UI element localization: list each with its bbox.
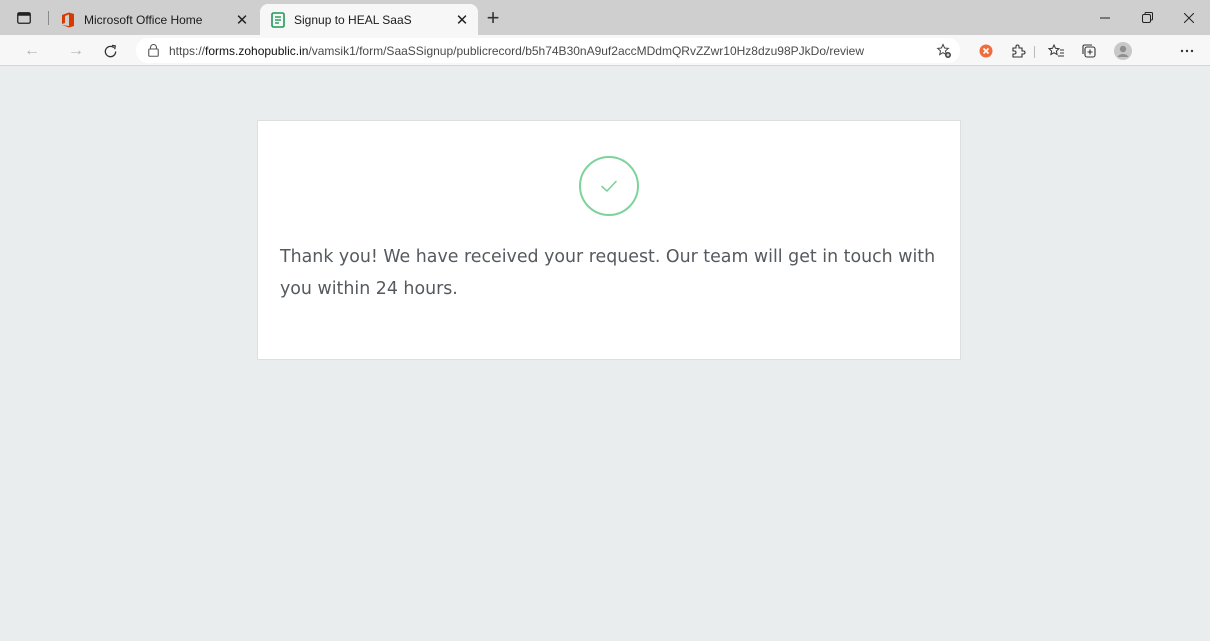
tab-signup-heal-saas[interactable]: Signup to HEAL SaaS ✕ xyxy=(260,4,478,35)
url-domain: forms.zohopublic.in xyxy=(205,43,309,58)
tab-microsoft-office-home[interactable]: Microsoft Office Home ✕ xyxy=(56,4,258,35)
close-window-icon[interactable] xyxy=(1168,0,1210,35)
check-circle-icon xyxy=(579,156,639,216)
close-tab-icon[interactable]: ✕ xyxy=(452,10,472,30)
minimize-icon[interactable] xyxy=(1084,0,1126,35)
tab-label: Microsoft Office Home xyxy=(84,12,203,27)
page-content: Thank you! We have received your request… xyxy=(6,67,1210,641)
extensions-icon[interactable] xyxy=(1007,40,1029,62)
tab-strip: Microsoft Office Home ✕ Signup to HEAL S… xyxy=(0,0,1210,35)
url-path: /vamsik1/form/SaaSSignup/publicrecord/b5… xyxy=(308,43,865,58)
add-favorite-icon[interactable] xyxy=(936,43,952,59)
url-scheme: https:// xyxy=(169,43,206,58)
close-tab-icon[interactable]: ✕ xyxy=(232,10,252,30)
favorites-icon[interactable] xyxy=(1045,40,1067,62)
restore-icon[interactable] xyxy=(1126,0,1168,35)
tab-divider xyxy=(48,11,49,25)
new-tab-icon[interactable]: + xyxy=(480,5,506,30)
forward-arrow-icon[interactable]: → xyxy=(64,39,88,63)
office-icon xyxy=(60,12,76,28)
form-icon xyxy=(270,11,286,28)
refresh-icon[interactable] xyxy=(98,39,122,63)
url-text: https://forms.zohopublic.in/vamsik1/form… xyxy=(169,44,864,58)
tab-actions-icon[interactable] xyxy=(14,8,34,28)
tab-label: Signup to HEAL SaaS xyxy=(294,12,412,27)
confirmation-message: Thank you! We have received your request… xyxy=(280,247,936,299)
window-controls xyxy=(1084,0,1210,35)
back-arrow-icon[interactable]: ← xyxy=(20,39,44,63)
address-bar[interactable]: https://forms.zohopublic.in/vamsik1/form… xyxy=(136,38,960,63)
confirmation-card: Thank you! We have received your request… xyxy=(257,120,961,360)
browser-toolbar: ← → https://forms.zohopublic.in/vamsik1/… xyxy=(0,35,1210,66)
collections-icon[interactable] xyxy=(1078,40,1100,62)
toolbar-divider xyxy=(1034,46,1035,58)
extension-block-icon[interactable] xyxy=(975,40,997,62)
more-options-icon[interactable] xyxy=(1176,40,1198,62)
profile-avatar-icon[interactable] xyxy=(1112,40,1134,62)
lock-icon[interactable] xyxy=(146,44,160,58)
